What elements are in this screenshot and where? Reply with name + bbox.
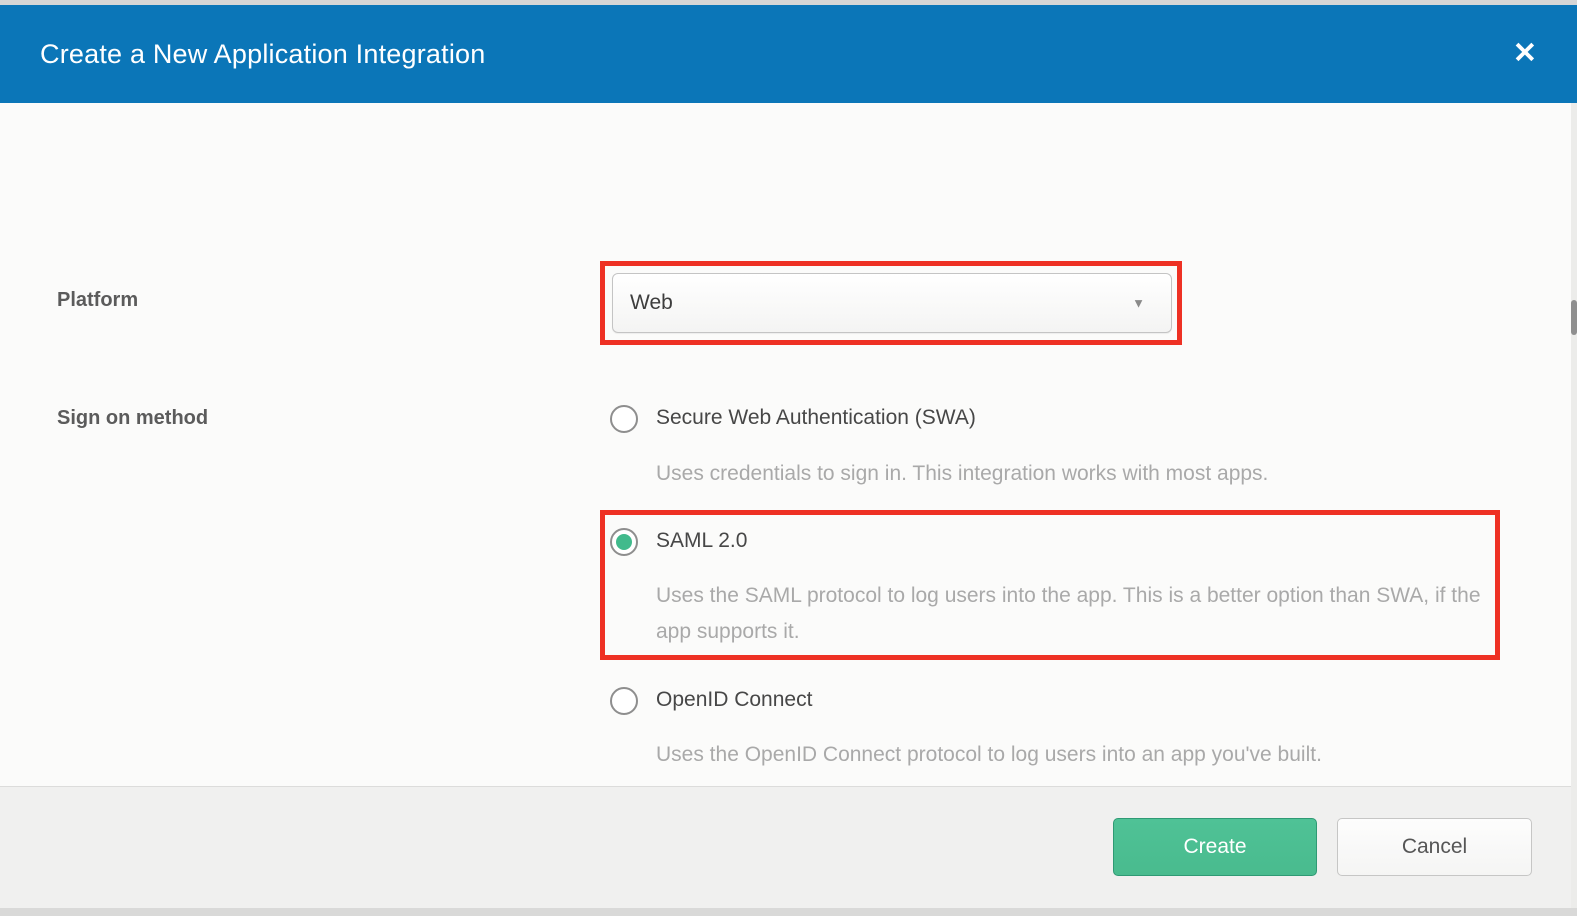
radio-swa-description: Uses credentials to sign in. This integr… [656,456,1491,492]
platform-label: Platform [57,289,138,312]
modal-body: Platform Web ▼ Sign on method Secure Web… [0,103,1577,786]
create-button[interactable]: Create [1113,818,1317,876]
platform-dropdown-value: Web [630,291,673,315]
radio-openid[interactable] [610,687,638,715]
close-icon[interactable]: ✕ [1509,36,1541,73]
radio-saml-description: Uses the SAML protocol to log users into… [656,578,1491,650]
scrollbar-track[interactable] [1571,103,1577,908]
radio-swa[interactable] [610,405,638,433]
modal-header: Create a New Application Integration ✕ [0,5,1577,103]
modal-footer: Create Cancel [0,786,1577,908]
cancel-button[interactable]: Cancel [1337,818,1532,876]
radio-swa-label[interactable]: Secure Web Authentication (SWA) [656,406,976,430]
sign-on-method-label: Sign on method [57,407,208,430]
radio-openid-description: Uses the OpenID Connect protocol to log … [656,737,1491,773]
chevron-down-icon: ▼ [1132,296,1145,311]
scrollbar-thumb[interactable] [1571,300,1577,335]
create-app-integration-modal: Create a New Application Integration ✕ P… [0,0,1577,916]
radio-saml[interactable] [610,528,638,556]
radio-saml-label[interactable]: SAML 2.0 [656,529,747,553]
radio-openid-label[interactable]: OpenID Connect [656,688,812,712]
modal-title: Create a New Application Integration [40,39,485,70]
radio-dot-selected [616,534,632,550]
bottom-edge-strip [0,908,1577,916]
platform-dropdown[interactable]: Web ▼ [612,273,1172,333]
